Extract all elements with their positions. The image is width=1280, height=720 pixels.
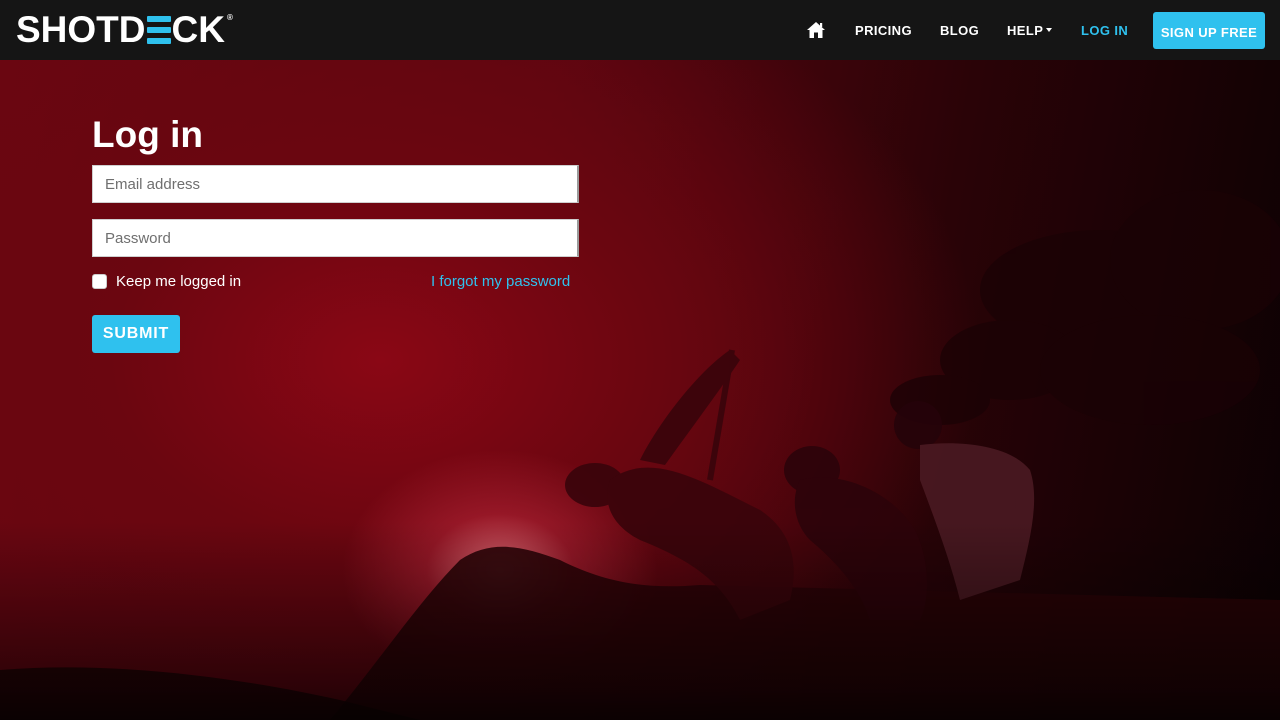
nav-help-dropdown[interactable]: HELP [1007, 23, 1053, 38]
logo-text-right: CK [171, 9, 225, 50]
nav-blog-link[interactable]: BLOG [940, 24, 979, 38]
caret-down-icon [1046, 28, 1053, 32]
keep-logged-in-checkbox-row[interactable]: Keep me logged in [92, 273, 241, 290]
nav-login-link[interactable]: LOG IN [1081, 24, 1128, 38]
hero-bottom-shade [0, 60, 1280, 720]
keep-logged-in-label: Keep me logged in [116, 273, 242, 290]
nav-help-label: HELP [1007, 23, 1044, 38]
logo-text-left: SHOTD [16, 9, 146, 50]
password-field[interactable] [92, 219, 579, 257]
submit-button[interactable]: SUBMIT [92, 315, 180, 353]
nav-pricing-link[interactable]: PRICING [855, 24, 912, 38]
page-title: Log in [92, 114, 203, 155]
shotdeck-logo[interactable]: SHOTD CK ® [16, 11, 233, 49]
registered-mark: ® [226, 13, 233, 22]
logo-e-bars [146, 16, 171, 44]
hero-background-image [0, 60, 1280, 720]
forgot-password-link[interactable]: I forgot my password [431, 273, 570, 290]
keep-logged-in-checkbox[interactable] [92, 274, 107, 289]
home-icon[interactable] [806, 21, 826, 39]
top-navbar: SHOTD CK ® PRICING BLOG HELP LOG IN SIGN… [0, 0, 1280, 60]
sign-up-free-button[interactable]: SIGN UP FREE [1153, 12, 1265, 49]
email-field[interactable] [92, 165, 579, 203]
